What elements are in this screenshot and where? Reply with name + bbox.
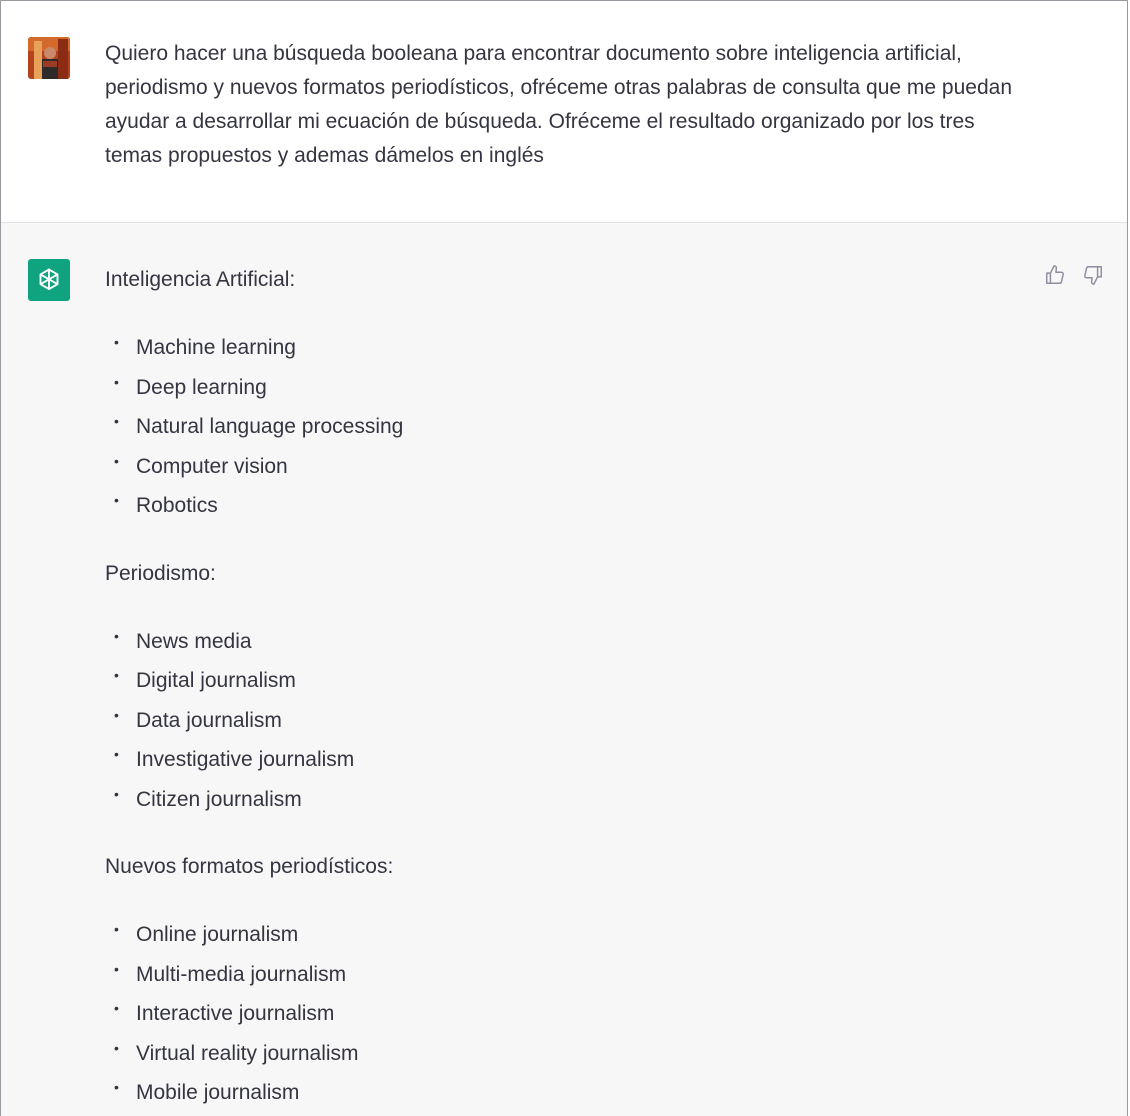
bullet: •: [114, 627, 119, 644]
bullet: •: [114, 1000, 119, 1016]
section-title: Nuevos formatos periodísticos:: [105, 855, 394, 878]
list-item-text: Online journalism: [136, 923, 299, 946]
thumbs-up-icon: [1046, 265, 1064, 284]
list-item: • Deep learning: [105, 368, 985, 408]
list-item-text: Robotics: [136, 494, 218, 517]
list-item-text: Digital journalism: [136, 669, 296, 692]
list-item: • Natural language processing: [105, 407, 985, 447]
section-journalism: Periodismo: • News media • Digital journal…: [105, 557, 985, 851]
list-item-text: Data journalism: [136, 708, 282, 732]
list-item: • Computer vision: [105, 447, 985, 487]
keyword-list: • News media • Digital journalism • Data jo…: [105, 622, 985, 820]
user-message-text: Quiero hacer una búsqueda booleana para …: [105, 42, 1012, 167]
bullet: •: [114, 452, 119, 469]
assistant-message: Inteligencia Artificial: • Machine learni…: [1, 223, 1127, 1116]
thumbs-down-icon: [1084, 266, 1102, 285]
thumbs-down-button[interactable]: [1081, 263, 1105, 287]
list-item: • Citizen journalism: [105, 780, 985, 820]
list-item: • Online journalism: [105, 915, 985, 955]
openai-logo-icon: [39, 268, 59, 291]
list-item-text: Mobile journalism: [136, 1081, 300, 1104]
list-item: • Machine learning: [105, 328, 985, 368]
section-ai: Inteligencia Artificial: • Machine learni…: [105, 263, 985, 557]
bullet: •: [114, 960, 119, 977]
list-item: • Virtual reality journalism: [105, 1034, 985, 1074]
feedback-buttons: [1043, 263, 1105, 287]
keyword-list: • Machine learning • Deep learning • Natura…: [105, 328, 985, 526]
bullet: •: [114, 1079, 119, 1095]
list-item-text: Machine learning: [136, 336, 296, 359]
assistant-message-content: Inteligencia Artificial: • Machine learni…: [105, 263, 985, 1113]
list-item-text: Investigative journalism: [136, 748, 355, 771]
list-item: • Mobile journalism: [105, 1073, 985, 1113]
chat-window: Quiero hacer una búsqueda booleana para …: [0, 0, 1128, 1116]
bullet: •: [114, 1039, 119, 1056]
section-new-formats: Nuevos formatos periodísticos: • Online j…: [105, 850, 985, 1113]
user-photo-avatar-icon: [28, 37, 70, 79]
list-item-text: Natural language processing: [136, 415, 404, 438]
list-item: • Robotics: [105, 486, 985, 526]
user-avatar: [28, 37, 70, 79]
section-title: Inteligencia Artificial:: [105, 268, 296, 291]
list-item-text: Virtual reality journalism: [136, 1041, 359, 1065]
list-item-text: News media: [136, 629, 252, 653]
list-item: • Interactive journalism: [105, 994, 985, 1034]
list-item-text: Deep learning: [136, 375, 267, 399]
bullet: •: [114, 373, 119, 390]
bullet: •: [114, 334, 119, 350]
bullet: •: [114, 706, 119, 723]
keyword-list: • Online journalism • Multi-media journali…: [105, 915, 985, 1113]
list-item-text: Multi-media journalism: [136, 962, 347, 986]
list-item-text: Interactive journalism: [136, 1002, 335, 1025]
bullet: •: [114, 746, 119, 762]
list-item-text: Citizen journalism: [136, 787, 302, 811]
bullet: •: [114, 667, 119, 683]
thumbs-up-button[interactable]: [1043, 263, 1067, 287]
bullet: •: [114, 492, 119, 508]
list-item: • Investigative journalism: [105, 740, 985, 780]
bullet: •: [114, 785, 119, 802]
assistant-avatar: [28, 259, 70, 301]
list-item-text: Computer vision: [136, 454, 288, 478]
list-item: • News media: [105, 622, 985, 662]
bullet: •: [114, 413, 119, 429]
list-item: • Digital journalism: [105, 661, 985, 701]
section-title: Periodismo:: [105, 561, 216, 585]
bullet: •: [114, 921, 119, 937]
list-item: • Multi-media journalism: [105, 955, 985, 995]
user-message: Quiero hacer una búsqueda booleana para …: [1, 1, 1127, 223]
list-item: • Data journalism: [105, 701, 985, 741]
